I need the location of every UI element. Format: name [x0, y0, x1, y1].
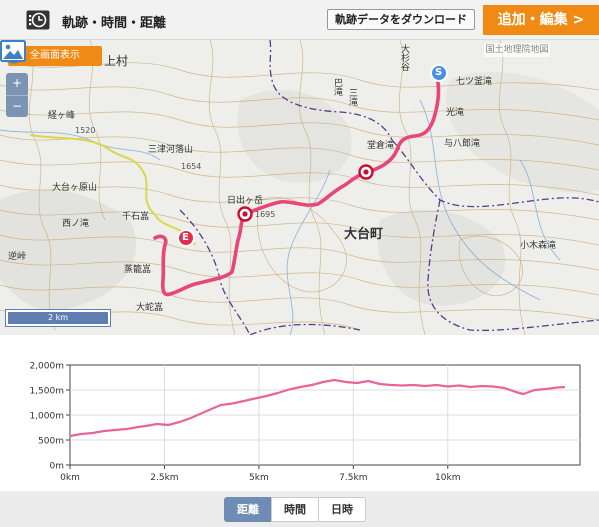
page-title: 軌跡・時間・距離: [62, 16, 167, 31]
map-attribution[interactable]: 国土地理院地図: [484, 43, 550, 57]
tab-distance[interactable]: 距離: [224, 497, 272, 522]
x-tick-label: 2.5km: [150, 473, 178, 483]
x-tick-label: 7.5km: [339, 473, 367, 483]
y-tick-label: 0m: [50, 462, 65, 472]
x-tick-label: 0km: [60, 473, 80, 483]
elevation-label: 1695: [255, 210, 276, 219]
map-label: 七ツ釜滝: [456, 77, 493, 87]
map-label: 日出ヶ岳: [227, 196, 264, 206]
zoom-control: + −: [6, 73, 28, 117]
y-tick-label: 1,500m: [29, 387, 64, 397]
tab-datetime[interactable]: 日時: [318, 497, 366, 522]
elevation-profile-chart: 0m 500m 1,000m 1,500m 2,000m 0km 2.5km 5km 7.5km…: [0, 343, 599, 491]
map-label: 三津河落山: [148, 145, 194, 155]
map-label: 経ヶ峰: [48, 111, 76, 121]
map-scale-bar: 2 km: [6, 310, 110, 326]
end-marker-label: E: [182, 232, 189, 243]
map-label: 西ノ滝: [62, 219, 90, 229]
map-label: 上村: [104, 54, 129, 68]
zoom-out-button[interactable]: −: [6, 95, 28, 117]
image-icon[interactable]: [0, 40, 26, 62]
profile-axis-tabs: 距離 時間 日時: [224, 497, 366, 522]
footer-bar: 距離 時間 日時: [0, 491, 599, 527]
map-label: 堂倉滝: [367, 141, 395, 151]
map-label: 大蛇嵓: [136, 303, 164, 313]
map-label: 千石嵓: [122, 212, 150, 222]
y-tick-label: 500m: [38, 437, 64, 447]
map-label: 大台ヶ原山: [52, 183, 98, 193]
zoom-in-button[interactable]: +: [6, 73, 28, 95]
map-label: 大杉谷: [399, 44, 409, 71]
map-label: 巴滝: [332, 78, 342, 96]
waypoint-marker[interactable]: [237, 206, 253, 222]
start-marker-label: S: [435, 67, 443, 78]
map-label: 大台町: [344, 227, 384, 242]
map-label: 三滝: [347, 88, 357, 106]
map-label: 小木森滝: [520, 241, 557, 251]
tab-time[interactable]: 時間: [271, 497, 319, 522]
elevation-label: 1654: [181, 162, 202, 171]
map-view[interactable]: S E 上村 経ヶ峰 1520 三津河落山 1654 大台ヶ原山 西ノ滝 千石嵓…: [0, 40, 599, 335]
map-label: 逆峠: [8, 252, 27, 262]
track-clock-icon: [26, 10, 50, 30]
x-tick-label: 5km: [249, 473, 269, 483]
elevation-label: 1520: [75, 126, 96, 135]
map-label: 光滝: [446, 108, 465, 118]
map-label: 与八郎滝: [444, 139, 481, 149]
download-track-button[interactable]: 軌跡データをダウンロード: [327, 9, 475, 30]
x-tick-label: 10km: [435, 473, 460, 483]
elevation-chart-svg: 0m 500m 1,000m 1,500m 2,000m 0km 2.5km 5km 7.5km…: [29, 362, 581, 483]
y-tick-label: 2,000m: [29, 362, 64, 372]
waypoint-marker[interactable]: [358, 164, 374, 180]
y-tick-label: 1,000m: [29, 412, 64, 422]
map-label: 蒸籠嵓: [124, 265, 152, 275]
header-bar: 軌跡・時間・距離 軌跡データをダウンロード 追加・編集 >: [0, 0, 599, 40]
add-edit-button[interactable]: 追加・編集 >: [483, 5, 599, 35]
